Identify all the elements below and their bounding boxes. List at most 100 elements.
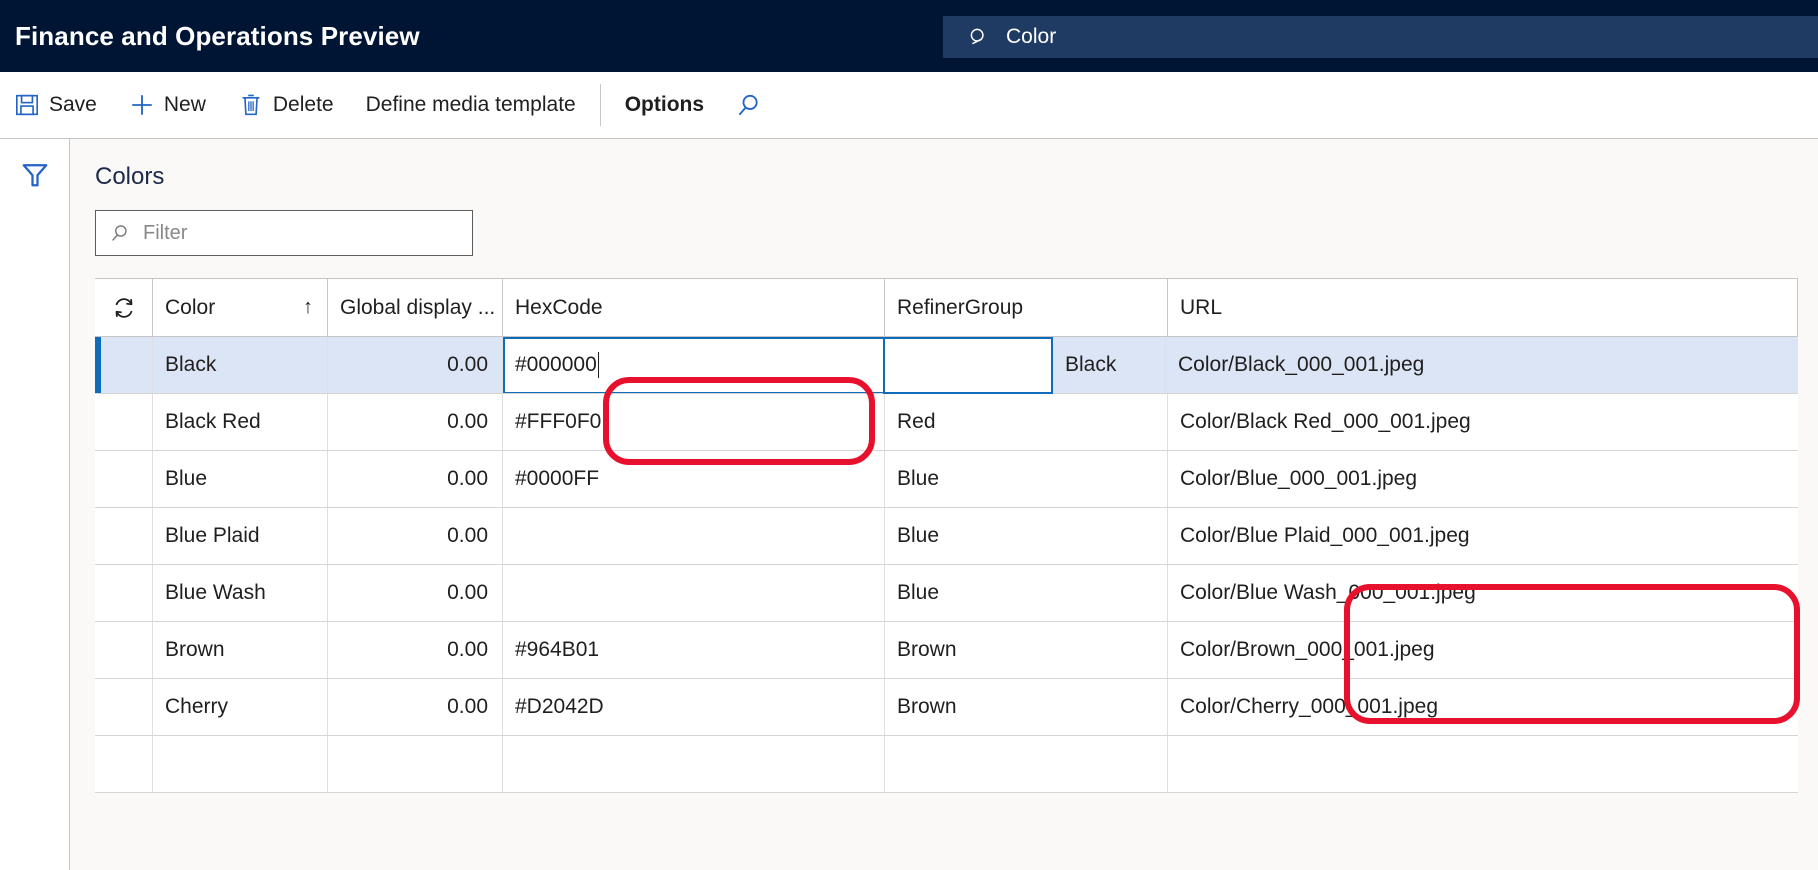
cell-refinergroup[interactable]: Brown [885, 622, 1168, 678]
search-icon [739, 94, 758, 116]
search-icon [112, 225, 127, 241]
table-row[interactable]: Blue Wash 0.00 Blue Color/Blue Wash_000_… [95, 565, 1798, 622]
grid-refresh-button[interactable] [95, 279, 153, 336]
column-header-color[interactable]: Color ↑ [153, 279, 328, 336]
cell-url[interactable]: Color/Cherry_000_001.jpeg [1168, 679, 1798, 735]
top-navigation-bar: Finance and Operations Preview Color [0, 0, 1818, 72]
global-search-value: Color [1006, 25, 1057, 48]
cell-hexcode[interactable]: #0000FF [503, 451, 885, 507]
global-search-box[interactable]: Color [943, 16, 1818, 58]
table-row[interactable]: Black Red 0.00 #FFF0F0 Red Color/Black R… [95, 394, 1798, 451]
cell-url[interactable]: Color/Black_000_001.jpeg [1166, 337, 1798, 393]
row-selector[interactable] [95, 622, 153, 678]
toolbar-search-button[interactable] [720, 72, 778, 138]
table-row[interactable]: Brown 0.00 #964B01 Brown Color/Brown_000… [95, 622, 1798, 679]
table-row[interactable]: Blue 0.00 #0000FF Blue Color/Blue_000_00… [95, 451, 1798, 508]
column-header-global-display[interactable]: Global display ... [328, 279, 503, 336]
delete-button[interactable]: Delete [222, 72, 350, 138]
row-selector[interactable] [95, 508, 153, 564]
cell-url[interactable]: Color/Blue_000_001.jpeg [1168, 451, 1798, 507]
cell-color[interactable]: Black Red [153, 394, 328, 450]
table-row[interactable] [95, 736, 1798, 793]
column-header-color-label: Color [165, 295, 216, 319]
cell-refinergroup[interactable]: Blue [885, 451, 1168, 507]
cell-hexcode[interactable]: #FFF0F0 [503, 394, 885, 450]
hexcode-input[interactable]: #000000 [503, 337, 885, 393]
column-header-hexcode[interactable]: HexCode [503, 279, 885, 336]
cell-url[interactable]: Color/Brown_000_001.jpeg [1168, 622, 1798, 678]
quick-filter-placeholder: Filter [143, 221, 188, 244]
column-header-hexcode-label: HexCode [515, 295, 603, 319]
table-row[interactable]: Black 0.00 #000000 Black Color/Black_000… [95, 337, 1798, 394]
row-selector[interactable] [95, 337, 153, 393]
quick-filter-input[interactable]: Filter [95, 210, 473, 256]
new-button-label: New [163, 93, 206, 116]
cell-global-display[interactable]: 0.00 [328, 508, 503, 564]
cell-hexcode[interactable] [503, 736, 885, 792]
cell-color[interactable]: Cherry [153, 679, 328, 735]
cell-color[interactable]: Blue [153, 451, 328, 507]
cell-global-display[interactable]: 0.00 [328, 565, 503, 621]
cell-hexcode[interactable]: #964B01 [503, 622, 885, 678]
cell-global-display[interactable]: 0.00 [328, 394, 503, 450]
options-button[interactable]: Options [609, 72, 720, 138]
delete-button-label: Delete [272, 93, 334, 116]
table-row[interactable]: Cherry 0.00 #D2042D Brown Color/Cherry_0… [95, 679, 1798, 736]
text-caret [597, 352, 599, 378]
cell-global-display[interactable]: 0.00 [328, 337, 503, 393]
action-pane-toolbar: Save New Delete Define media template Op… [0, 72, 1818, 139]
row-selector[interactable] [95, 394, 153, 450]
define-media-template-label: Define media template [365, 93, 576, 116]
cell-refinergroup[interactable]: Black [1053, 337, 1166, 393]
cell-url[interactable]: Color/Blue Wash_000_001.jpeg [1168, 565, 1798, 621]
column-header-refinergroup-label: RefinerGroup [897, 295, 1024, 319]
save-button[interactable]: Save [0, 72, 113, 138]
hexcode-editor-overflow [883, 337, 1053, 394]
main-content: Colors Filter Color ↑ Global display ...… [70, 139, 1818, 870]
filter-rail [0, 139, 70, 870]
cell-global-display[interactable]: 0.00 [328, 622, 503, 678]
sort-ascending-icon: ↑ [303, 296, 313, 318]
page-body: Colors Filter Color ↑ Global display ...… [0, 139, 1818, 870]
cell-refinergroup[interactable]: Brown [885, 679, 1168, 735]
cell-global-display[interactable]: 0.00 [328, 679, 503, 735]
cell-global-display[interactable] [328, 736, 503, 792]
cell-color[interactable] [153, 736, 328, 792]
define-media-template-button[interactable]: Define media template [350, 72, 592, 138]
new-button[interactable]: New [113, 72, 222, 138]
cell-global-display[interactable]: 0.00 [328, 451, 503, 507]
row-selector[interactable] [95, 565, 153, 621]
save-floppy-icon [16, 94, 38, 116]
search-icon [970, 28, 984, 45]
table-row[interactable]: Blue Plaid 0.00 Blue Color/Blue Plaid_00… [95, 508, 1798, 565]
cell-refinergroup[interactable]: Blue [885, 565, 1168, 621]
column-header-url-label: URL [1180, 295, 1223, 319]
refresh-icon [115, 297, 132, 318]
row-selector[interactable] [95, 679, 153, 735]
page-title: Colors [95, 163, 165, 190]
cell-color[interactable]: Blue Wash [153, 565, 328, 621]
row-selector[interactable] [95, 451, 153, 507]
colors-grid: Color ↑ Global display ... HexCode Refin… [95, 278, 1798, 793]
cell-color[interactable]: Black [153, 337, 328, 393]
cell-url[interactable]: Color/Blue Plaid_000_001.jpeg [1168, 508, 1798, 564]
cell-hexcode-editor[interactable]: #000000 [503, 337, 885, 393]
cell-hexcode[interactable]: #D2042D [503, 679, 885, 735]
cell-refinergroup[interactable]: Blue [885, 508, 1168, 564]
cell-color[interactable]: Blue Plaid [153, 508, 328, 564]
cell-hexcode[interactable] [503, 565, 885, 621]
save-button-label: Save [49, 93, 97, 116]
cell-hexcode[interactable] [503, 508, 885, 564]
cell-url[interactable]: Color/Black Red_000_001.jpeg [1168, 394, 1798, 450]
cell-refinergroup[interactable] [885, 736, 1168, 792]
column-header-global-display-label: Global display ... [340, 295, 496, 319]
row-selector[interactable] [95, 736, 153, 792]
funnel-icon[interactable] [20, 159, 50, 189]
column-header-url[interactable]: URL [1168, 279, 1798, 336]
hexcode-input-value: #000000 [515, 353, 597, 376]
column-header-refinergroup[interactable]: RefinerGroup [885, 279, 1168, 336]
cell-color[interactable]: Brown [153, 622, 328, 678]
cell-refinergroup[interactable]: Red [885, 394, 1168, 450]
cell-url[interactable] [1168, 736, 1798, 792]
toolbar-separator [599, 84, 601, 126]
